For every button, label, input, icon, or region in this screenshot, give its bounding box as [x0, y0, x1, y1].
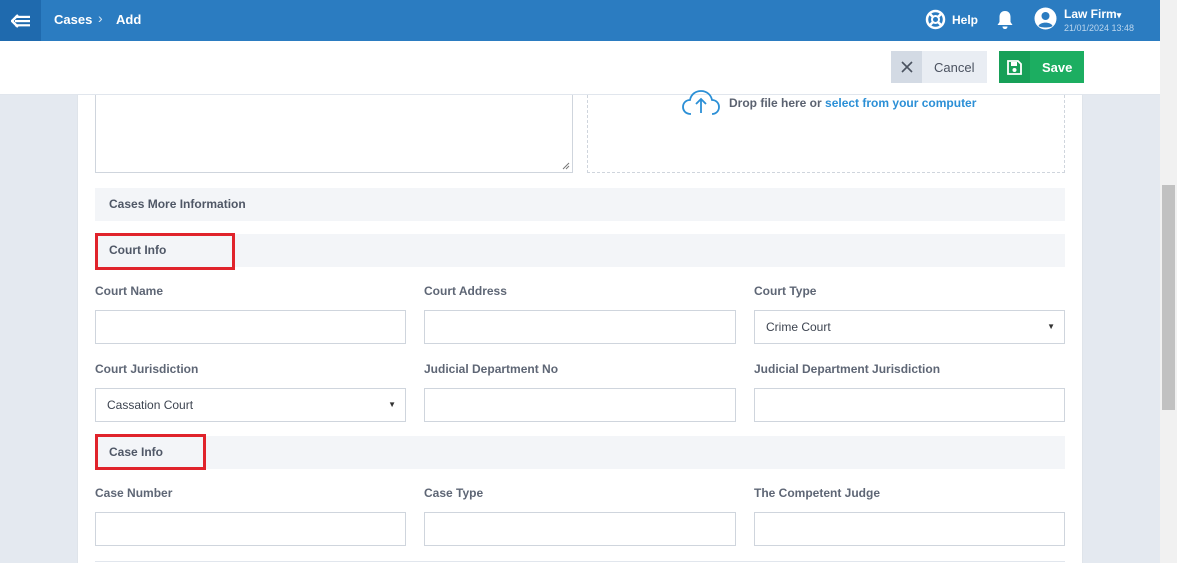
case-number-label: Case Number [95, 486, 173, 500]
judicial-dept-jurisdiction-label: Judicial Department Jurisdiction [754, 362, 941, 376]
court-type-label: Court Type [754, 284, 817, 298]
section-cases-more-info: Cases More Information [95, 188, 1065, 221]
competent-judge-label: The Competent Judge [754, 486, 881, 500]
section-court-info: Court Info [95, 234, 1065, 267]
chevron-down-icon: ▾ [1116, 10, 1122, 20]
save-button[interactable]: Save [999, 51, 1084, 83]
judicial-dept-no-label: Judicial Department No [424, 362, 559, 376]
help-label: Help [952, 12, 979, 27]
caret-down-icon: ▼ [1047, 322, 1055, 331]
timestamp: 21/01/2024 13:48 [1064, 23, 1135, 33]
court-address-input[interactable] [424, 310, 736, 344]
page-scrollbar[interactable] [1160, 0, 1177, 563]
save-label: Save [1042, 59, 1073, 75]
cloud-upload-icon [682, 90, 720, 115]
close-icon [891, 51, 922, 83]
cancel-label: Cancel [934, 59, 975, 75]
menu-toggle-button[interactable] [0, 0, 41, 41]
notifications-button[interactable] [996, 10, 1014, 33]
bell-icon [997, 11, 1013, 29]
judicial-dept-jurisdiction-input[interactable] [754, 388, 1065, 422]
case-info-highlight-box [95, 434, 206, 470]
case-number-input[interactable] [95, 512, 406, 546]
resize-handle-icon[interactable] [562, 162, 570, 170]
court-type-select[interactable]: Crime Court ▼ [754, 310, 1065, 344]
court-jurisdiction-select[interactable]: Cassation Court ▼ [95, 388, 406, 422]
cancel-button[interactable]: Cancel [891, 51, 987, 83]
lifebuoy-icon [925, 9, 946, 30]
user-menu[interactable]: Law Firm▾ 21/01/2024 13:48 [1034, 7, 1134, 34]
description-textarea[interactable] [95, 95, 573, 173]
user-avatar-icon [1034, 7, 1057, 30]
file-dropzone[interactable]: Drop file here or select from your compu… [587, 90, 1065, 173]
section-case-info: Case Info [95, 436, 1065, 469]
select-file-link[interactable]: select from your computer [825, 96, 976, 110]
scrollbar-thumb[interactable] [1162, 185, 1175, 410]
caret-down-icon: ▼ [388, 400, 396, 409]
judicial-dept-no-input[interactable] [424, 388, 736, 422]
court-type-value: Crime Court [766, 320, 831, 334]
help-button[interactable]: Help [925, 9, 978, 30]
breadcrumb-separator: › [98, 10, 103, 26]
top-navbar: Cases › Add Help Law Firm▾ 21/01/2024 13… [0, 0, 1160, 41]
floppy-disk-icon [999, 51, 1030, 83]
court-name-label: Court Name [95, 284, 164, 298]
back-arrow-icon [10, 13, 30, 28]
court-name-input[interactable] [95, 310, 406, 344]
breadcrumb-cases[interactable]: Cases [54, 12, 92, 27]
action-bar: Cancel Save [0, 41, 1160, 95]
court-jurisdiction-value: Cassation Court [107, 398, 194, 412]
case-type-input[interactable] [424, 512, 736, 546]
court-info-highlight-box [95, 233, 235, 270]
dropzone-text: Drop file here or [729, 96, 826, 110]
competent-judge-input[interactable] [754, 512, 1065, 546]
case-type-label: Case Type [424, 486, 484, 500]
court-address-label: Court Address [424, 284, 507, 298]
breadcrumb-add: Add [116, 12, 142, 27]
court-jurisdiction-label: Court Jurisdiction [95, 362, 199, 376]
user-name: Law Firm [1064, 7, 1117, 21]
divider [95, 561, 1065, 562]
